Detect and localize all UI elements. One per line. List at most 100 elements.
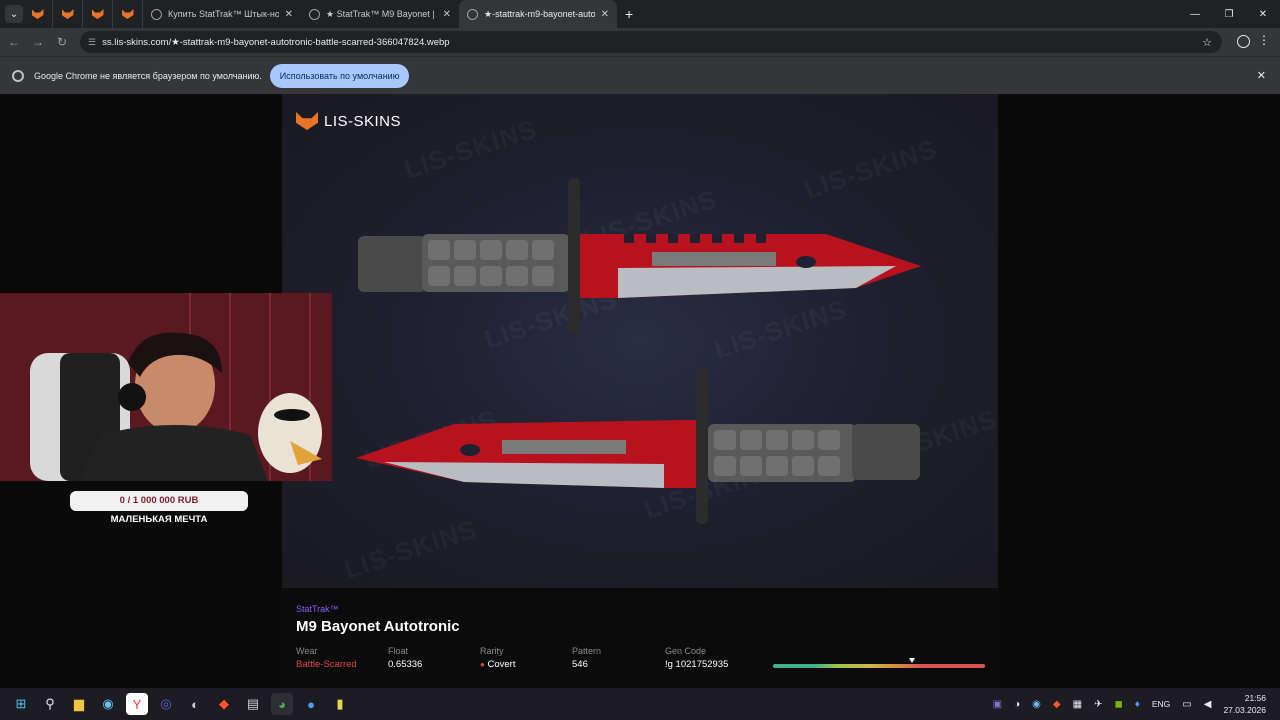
window-controls: — ❐ ✕ xyxy=(1178,0,1280,28)
lis-skins-favicon-icon xyxy=(121,9,134,19)
discord-icon[interactable]: ◎ xyxy=(155,693,177,715)
donation-goal-label: МАЛЕНЬКАЯ МЕЧТА xyxy=(110,514,208,525)
rarity-label: Rarity xyxy=(480,646,504,656)
gencode-label: Gen Code xyxy=(665,646,707,656)
float-label: Float xyxy=(388,646,409,656)
skin-preview-image: LIS-SKINS LIS-SKINS LIS-SKINS LIS-SKINS … xyxy=(282,94,998,588)
minimize-icon[interactable]: — xyxy=(1178,0,1212,28)
forward-icon[interactable]: → xyxy=(26,35,50,49)
file-explorer-icon[interactable]: ▆ xyxy=(68,693,90,715)
pinned-tab[interactable] xyxy=(23,0,53,28)
volume-icon[interactable]: ◀ xyxy=(1204,699,1212,710)
close-tab-icon[interactable]: ✕ xyxy=(601,9,609,20)
restore-icon[interactable]: ❐ xyxy=(1212,0,1246,28)
pinned-tab[interactable] xyxy=(113,0,143,28)
windows-taskbar: ⊞ ⚲ ▆ ◉ Y ◎ ◐ ◆ ▤ ◕ ● ▮ ▣ ◑ ◉ ◆ ▦ ✈ ◼ ♦ … xyxy=(0,688,1280,720)
infobar-text: Google Chrome не является браузером по у… xyxy=(34,70,262,81)
wear-value: Battle-Scarred xyxy=(296,659,357,670)
pattern-value: 546 xyxy=(572,659,588,670)
clock[interactable]: 21:56 27.03.2026 xyxy=(1223,692,1266,716)
knife-image-bottom xyxy=(356,368,920,524)
menu-kebab-icon[interactable]: ⋮ xyxy=(1258,33,1270,47)
page-favicon-icon xyxy=(151,8,162,20)
app-icon[interactable]: ● xyxy=(300,693,322,715)
tab-title: ★-stattrak-m9-bayonet-autotronic xyxy=(484,8,595,19)
yandex-browser-icon[interactable]: Y xyxy=(126,693,148,715)
rarity-value-row: ● Covert xyxy=(480,659,515,670)
close-tab-icon[interactable]: ✕ xyxy=(443,9,451,20)
close-infobar-icon[interactable]: ✕ xyxy=(1257,69,1266,82)
webcam-image xyxy=(0,293,332,481)
fox-logo-icon xyxy=(296,112,318,130)
windows-start-icon[interactable]: ⊞ xyxy=(10,693,32,715)
lis-skins-favicon-icon xyxy=(61,9,74,19)
network-icon[interactable]: ▭ xyxy=(1182,699,1191,710)
toolbar: ← → ↻ ☰ ss.lis-skins.com/★-stattrak-m9-b… xyxy=(0,28,1280,56)
tab-title: ★ StatTrak™ M9 Bayonet | Autotronic xyxy=(326,8,437,19)
steam-icon[interactable]: ◉ xyxy=(97,693,119,715)
back-icon[interactable]: ← xyxy=(2,35,26,49)
date: 27.03.2026 xyxy=(1223,705,1266,715)
address-bar[interactable]: ☰ ss.lis-skins.com/★-stattrak-m9-bayonet… xyxy=(80,31,1222,53)
notepad-icon[interactable]: ▤ xyxy=(242,693,264,715)
shield-icon[interactable]: ◆ xyxy=(1053,699,1061,710)
brave-icon[interactable]: ◆ xyxy=(213,693,235,715)
pinned-tab[interactable] xyxy=(53,0,83,28)
reload-icon[interactable]: ↻ xyxy=(50,35,74,49)
profile-icon[interactable] xyxy=(1237,35,1250,48)
default-browser-infobar: Google Chrome не является браузером по у… xyxy=(0,56,1280,94)
chrome-icon xyxy=(12,69,24,82)
browser-tab[interactable]: ★ StatTrak™ M9 Bayonet | Autotronic ✕ xyxy=(301,0,459,28)
obs-icon[interactable]: ◐ xyxy=(184,693,206,715)
watermark: LIS-SKINS xyxy=(401,114,541,186)
nvidia-icon[interactable]: ◼ xyxy=(1114,699,1122,710)
stattrak-label: StatTrak™ xyxy=(296,604,339,614)
tray-app-icon[interactable]: ◑ xyxy=(1014,699,1020,710)
streamer-webcam xyxy=(0,293,332,481)
item-info-panel: StatTrak™ M9 Bayonet Autotronic Wear Bat… xyxy=(282,588,998,688)
steam-tray-icon[interactable]: ◉ xyxy=(1032,699,1041,710)
page-viewport: LIS-SKINS LIS-SKINS LIS-SKINS LIS-SKINS … xyxy=(0,94,1280,688)
browser-tab[interactable]: Купить StatTrak™ Штык-нож М9 ✕ xyxy=(143,0,301,28)
tab-title: Купить StatTrak™ Штык-нож М9 xyxy=(168,9,279,19)
gencode-value[interactable]: !g 1021752935 xyxy=(665,659,728,670)
app-icon[interactable]: ▮ xyxy=(329,693,351,715)
pattern-attr: Pattern 546 xyxy=(572,646,601,670)
lis-skins-logo: LIS-SKINS xyxy=(296,112,401,130)
lis-skins-favicon-icon xyxy=(31,9,44,19)
gencode-attr: Gen Code !g 1021752935 xyxy=(665,646,728,670)
browser-tab-active[interactable]: ★-stattrak-m9-bayonet-autotronic ✕ xyxy=(459,0,617,28)
tray-app-icon[interactable]: ▣ xyxy=(993,699,1002,710)
rarity-attr: Rarity ● Covert xyxy=(480,646,515,670)
float-marker-icon xyxy=(908,658,915,663)
rarity-value: Covert xyxy=(487,659,516,670)
microphone-icon[interactable]: ♦ xyxy=(1135,699,1140,710)
lis-skins-favicon-icon xyxy=(91,9,104,19)
close-tab-icon[interactable]: ✕ xyxy=(285,9,293,20)
item-name: M9 Bayonet Autotronic xyxy=(296,618,460,635)
language-indicator[interactable]: ENG xyxy=(1152,699,1170,709)
close-window-icon[interactable]: ✕ xyxy=(1246,0,1280,28)
page-favicon-icon xyxy=(309,8,320,20)
url-text: ss.lis-skins.com/★-stattrak-m9-bayonet-a… xyxy=(102,36,450,48)
brand-name: LIS-SKINS xyxy=(324,112,402,130)
donation-goal-bar: 0 / 1 000 000 RUB xyxy=(70,491,248,511)
pattern-label: Pattern xyxy=(572,646,602,656)
wear-label: Wear xyxy=(296,646,318,656)
new-tab-button[interactable]: + xyxy=(625,6,633,22)
bookmark-star-icon[interactable]: ☆ xyxy=(1202,36,1212,49)
search-icon[interactable]: ⚲ xyxy=(39,693,61,715)
chrome-taskbar-icon[interactable]: ◕ xyxy=(271,693,293,715)
site-info-icon[interactable]: ☰ xyxy=(88,37,96,48)
knife-image-top xyxy=(358,178,921,334)
tab-strip: ⌄ Купить StatTrak™ Штык-нож М9 ✕ ★ StatT… xyxy=(0,0,1280,28)
set-default-button[interactable]: Использовать по умолчанию xyxy=(269,63,410,88)
system-tray: ▣ ◑ ◉ ◆ ▦ ✈ ◼ ♦ ENG ▭ ◀ 21:56 27.03.2026 xyxy=(987,688,1280,720)
globe-icon xyxy=(467,8,478,20)
tray-app-icon[interactable]: ✈ xyxy=(1094,699,1102,710)
pinned-tab[interactable] xyxy=(83,0,113,28)
rarity-dot-icon: ● xyxy=(480,660,485,669)
tab-search-button[interactable]: ⌄ xyxy=(5,5,23,23)
tray-app-icon[interactable]: ▦ xyxy=(1073,699,1082,710)
float-attr: Float 0.65336 xyxy=(388,646,422,670)
